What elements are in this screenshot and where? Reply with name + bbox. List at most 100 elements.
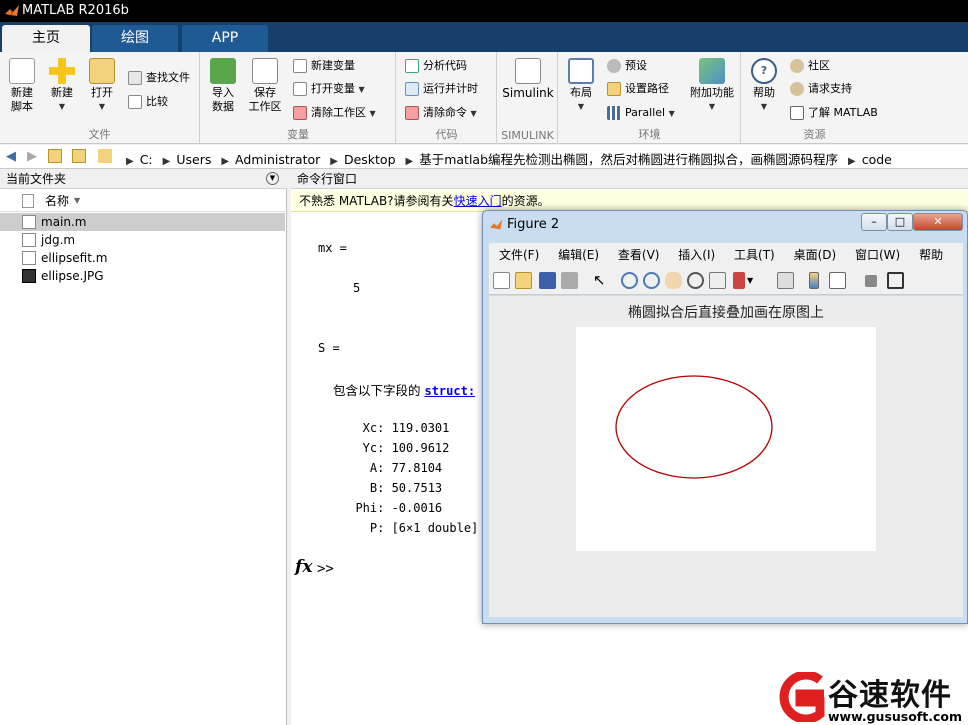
show-plot-tools-icon[interactable]	[887, 272, 904, 289]
fx-icon[interactable]: fx	[295, 557, 312, 577]
matlab-logo-icon	[489, 219, 503, 230]
colorbar-icon[interactable]	[809, 272, 819, 289]
struct-link[interactable]: struct:	[424, 384, 475, 398]
breadcrumb-segment[interactable]: C:	[140, 152, 153, 167]
pan-hand-icon[interactable]	[665, 272, 682, 289]
address-bar: ◀ ▶ ▶ C: ▶ Users ▶ Administrator ▶ Desktop ▶…	[0, 145, 968, 169]
clear-workspace-button[interactable]: 清除工作区 ▼	[293, 103, 376, 123]
list-item[interactable]: main.m	[0, 213, 285, 231]
zoom-in-icon[interactable]	[621, 272, 638, 289]
open-variable-button[interactable]: 打开变量 ▼	[293, 79, 365, 99]
run-and-time-icon	[405, 82, 419, 96]
open-button[interactable]: 打开 ▼	[84, 54, 120, 114]
menu-desktop[interactable]: 桌面(D)	[794, 248, 837, 262]
preferences-button[interactable]: 预设	[607, 56, 647, 76]
find-files-button[interactable]: 查找文件	[128, 68, 190, 88]
minimize-icon[interactable]: –	[861, 213, 887, 231]
rotate-3d-icon[interactable]	[687, 272, 704, 289]
save-icon[interactable]	[539, 272, 556, 289]
environment-group-label: 环境	[638, 128, 661, 141]
tab-apps[interactable]: APP	[182, 25, 268, 52]
clear-commands-icon	[405, 106, 419, 120]
menu-insert[interactable]: 插入(I)	[678, 248, 715, 262]
list-item[interactable]: jdg.m	[0, 231, 285, 249]
jpg-file-icon	[22, 269, 36, 283]
struct-field-yc: Yc: 100.9612	[341, 441, 450, 455]
clear-commands-button[interactable]: 清除命令 ▼	[405, 103, 477, 123]
simulink-button[interactable]: Simulink	[500, 54, 556, 100]
breadcrumb-segment[interactable]: Users	[176, 152, 211, 167]
compare-button[interactable]: 比较	[128, 92, 168, 112]
brush-icon[interactable]	[733, 272, 745, 289]
getting-started-link[interactable]: 快速入门	[454, 194, 502, 208]
list-item[interactable]: ellipsefit.m	[0, 249, 285, 267]
image-axes[interactable]	[576, 327, 876, 551]
maximize-icon[interactable]: □	[887, 213, 913, 231]
save-workspace-label: 保存 工作区	[248, 86, 282, 113]
back-arrow-icon[interactable]: ◀	[3, 149, 19, 165]
hide-plot-tools-icon[interactable]	[865, 275, 877, 287]
browse-folder-icon[interactable]	[72, 149, 86, 163]
menu-edit[interactable]: 编辑(E)	[558, 248, 599, 262]
import-data-button[interactable]: 导入 数据	[205, 54, 241, 114]
menu-view[interactable]: 查看(V)	[618, 248, 660, 262]
menu-window[interactable]: 窗口(W)	[855, 248, 900, 262]
chevron-right-icon: ▶	[405, 156, 414, 167]
pointer-icon[interactable]: ↖	[593, 272, 610, 289]
breadcrumb-segment[interactable]: Desktop	[344, 152, 396, 167]
request-support-label: 请求支持	[808, 82, 852, 95]
chevron-down-icon[interactable]: ▼	[747, 272, 757, 289]
menu-tools[interactable]: 工具(T)	[734, 248, 775, 262]
plus-icon	[49, 58, 75, 84]
new-script-button[interactable]: 新建 脚本	[4, 54, 40, 114]
breadcrumb-segment[interactable]: 基于matlab编程先检测出椭圆，然后对椭圆进行椭圆拟合，画椭圆源码程序	[419, 152, 838, 167]
community-button[interactable]: 社区	[790, 56, 830, 76]
output-mx-label: mx =	[318, 241, 347, 255]
addons-button[interactable]: 附加功能 ▼	[687, 54, 737, 114]
panel-menu-icon[interactable]: ▼	[266, 172, 279, 185]
close-icon[interactable]: ✕	[913, 213, 963, 231]
link-plot-icon[interactable]	[777, 272, 794, 289]
legend-icon[interactable]	[829, 272, 846, 289]
new-button[interactable]: 新建 ▼	[44, 54, 80, 114]
current-folder-panel: 当前文件夹 ▼ 名称 ▼ main.m jdg.m ellipsefit.m e…	[0, 169, 287, 725]
chevron-down-icon: ▼	[58, 102, 66, 111]
parallel-button[interactable]: Parallel ▼	[607, 103, 675, 123]
run-and-time-button[interactable]: 运行并计时	[405, 79, 478, 99]
simulink-label: Simulink	[502, 86, 554, 100]
learn-matlab-button[interactable]: 了解 MATLAB	[790, 103, 878, 123]
open-file-icon[interactable]	[515, 272, 532, 289]
print-icon[interactable]	[561, 272, 578, 289]
menu-file[interactable]: 文件(F)	[499, 248, 539, 262]
tab-home[interactable]: 主页	[2, 25, 90, 52]
help-button[interactable]: ? 帮助 ▼	[746, 54, 782, 114]
request-support-button[interactable]: 请求支持	[790, 79, 852, 99]
figure-canvas: 椭圆拟合后直接叠加画在原图上	[489, 296, 963, 617]
forward-arrow-icon[interactable]: ▶	[24, 149, 40, 165]
layout-button[interactable]: 布局 ▼	[563, 54, 599, 114]
data-cursor-icon[interactable]	[709, 272, 726, 289]
getting-started-notice: 不熟悉 MATLAB?请参阅有关快速入门的资源。	[291, 190, 968, 212]
layout-icon	[568, 58, 594, 84]
list-item[interactable]: ellipse.JPG	[0, 267, 285, 285]
save-workspace-button[interactable]: 保存 工作区	[245, 54, 285, 114]
ribbon-group-environment: 布局 ▼ 预设 设置路径 Parallel ▼ 附加功能 ▼ 环境	[559, 52, 741, 144]
file-list-column-header[interactable]: 名称 ▼	[0, 190, 287, 212]
struct-field-phi: Phi: -0.0016	[341, 501, 443, 515]
zoom-out-icon[interactable]	[643, 272, 660, 289]
chevron-down-icon: ▼	[577, 102, 585, 111]
tab-plots[interactable]: 绘图	[92, 25, 178, 52]
up-folder-icon[interactable]	[48, 149, 62, 163]
m-file-icon	[22, 251, 36, 265]
addons-label: 附加功能	[690, 86, 734, 99]
support-icon	[790, 82, 804, 96]
breadcrumb-segment[interactable]: Administrator	[235, 152, 320, 167]
set-path-button[interactable]: 设置路径	[607, 79, 669, 99]
clear-commands-label: 清除命令	[423, 106, 467, 119]
new-figure-icon[interactable]	[493, 272, 510, 289]
command-prompt[interactable]: >>	[317, 561, 334, 577]
new-variable-button[interactable]: 新建变量	[293, 56, 355, 76]
breadcrumb-segment[interactable]: code	[862, 152, 892, 167]
analyze-code-button[interactable]: 分析代码	[405, 56, 467, 76]
analyze-code-label: 分析代码	[423, 59, 467, 72]
